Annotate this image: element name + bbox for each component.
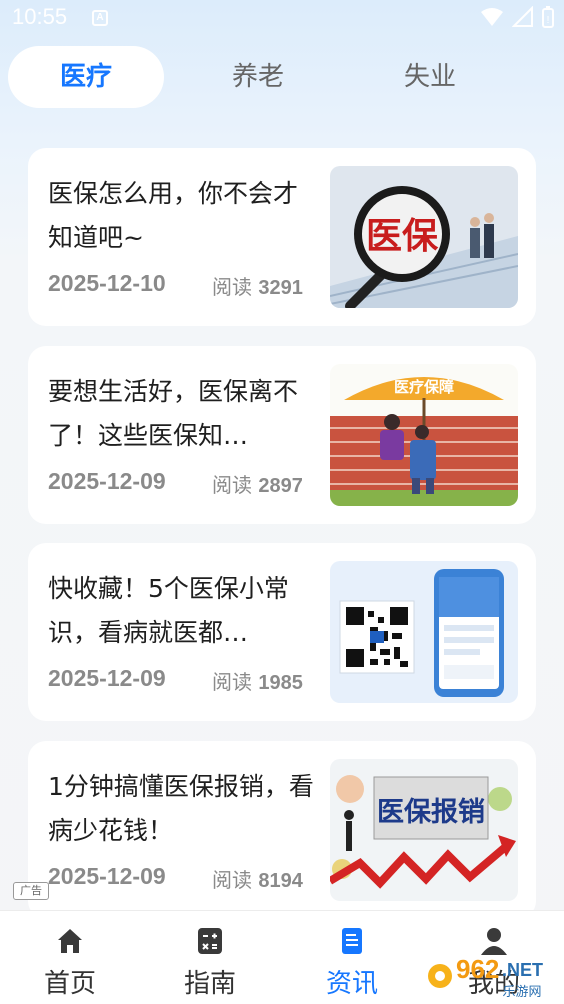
article-date: 2025-12-10 [48, 270, 166, 296]
article-card[interactable]: 要想生活好，医保离不了！这些医保知… 2025-12-09 阅读 2897 医疗… [28, 346, 536, 524]
battery-icon: ! [542, 6, 554, 28]
calculator-icon [198, 928, 222, 954]
site-watermark: 962 .NET 乐游网 [426, 950, 560, 1002]
article-title: 1分钟搞懂医保报销，看病少花钱！ [48, 772, 314, 845]
wifi-icon [481, 8, 503, 26]
article-date: 2025-12-09 [48, 468, 166, 494]
signal-icon [512, 6, 533, 27]
nav-label: 指南 [183, 969, 236, 999]
svg-text:.NET: .NET [502, 960, 543, 980]
article-card[interactable]: 医保怎么用，你不会才知道吧~ 2025-12-10 阅读 3291 医保 [28, 148, 536, 326]
status-bar: 10:55 A ! [0, 0, 564, 40]
home-icon [58, 929, 82, 953]
status-icons: ! [480, 6, 554, 28]
tab-unemployment[interactable]: 失业 [352, 46, 508, 108]
article-thumbnail [330, 561, 518, 703]
article-card[interactable]: 快收藏！5个医保小常识，看病就医都… 2025-12-09 阅读 1985 [28, 543, 536, 721]
notification-icon: A [92, 10, 108, 26]
document-icon [342, 928, 362, 954]
article-date: 2025-12-09 [48, 665, 166, 691]
ad-badge: 广告 [13, 882, 49, 900]
article-date: 2025-12-09 [48, 863, 166, 889]
article-thumbnail: 医保 [330, 166, 518, 308]
svg-text:医疗保障: 医疗保障 [394, 378, 454, 396]
svg-text:医保: 医保 [366, 216, 439, 257]
nav-label: 首页 [43, 969, 96, 999]
status-time: 10:55 [12, 4, 68, 29]
article-read-count: 阅读 1985 [212, 670, 303, 694]
nav-guide[interactable]: 指南 [150, 911, 270, 1004]
article-thumbnail: 医疗保障 [330, 364, 518, 506]
article-title: 医保怎么用，你不会才知道吧~ [48, 179, 299, 252]
nav-home[interactable]: 首页 [10, 911, 130, 1004]
svg-text:962: 962 [456, 954, 499, 984]
article-card[interactable]: 1分钟搞懂医保报销，看病少花钱！ 2025-12-09 阅读 8194 医保报销 [28, 741, 536, 919]
article-read-count: 阅读 2897 [212, 473, 303, 497]
article-thumbnail: 医保报销 [330, 759, 518, 901]
article-read-count: 阅读 8194 [212, 868, 303, 892]
svg-text:乐游网: 乐游网 [502, 985, 541, 1000]
svg-text:医保报销: 医保报销 [377, 797, 485, 828]
tab-medical[interactable]: 医疗 [8, 46, 164, 108]
tab-pension[interactable]: 养老 [180, 46, 336, 108]
article-title: 快收藏！5个医保小常识，看病就医都… [48, 574, 289, 647]
svg-text:!: ! [547, 15, 550, 26]
nav-label: 资讯 [325, 969, 378, 999]
article-read-count: 阅读 3291 [212, 275, 303, 299]
nav-news[interactable]: 资讯 [292, 911, 412, 1004]
article-title: 要想生活好，医保离不了！这些医保知… [48, 377, 299, 450]
category-tabs: 医疗 养老 失业 [8, 46, 556, 108]
